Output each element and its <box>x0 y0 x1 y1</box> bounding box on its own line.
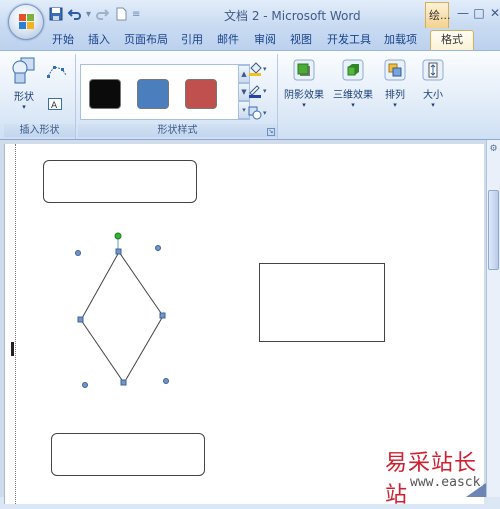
office-button[interactable] <box>8 4 44 40</box>
group-shape-styles: ▲ ▼ ▾ ▾ ▾ ▾ 形状样式 ↘ <box>78 54 278 139</box>
pen-outline-icon <box>249 85 261 98</box>
3d-effects-button[interactable]: 三维效果 ▾ <box>330 58 376 109</box>
rounded-rectangle-shape-bottom[interactable] <box>51 433 205 476</box>
shape-fill-button[interactable]: ▾ <box>248 60 274 78</box>
chevron-down-icon: ▾ <box>22 103 26 111</box>
resize-handle-top-left[interactable] <box>75 250 81 256</box>
vertical-scrollbar[interactable]: ⚙ <box>486 140 500 497</box>
resize-handle-bottom-left[interactable] <box>82 382 88 388</box>
tab-mailings[interactable]: 邮件 <box>217 32 239 50</box>
scrollbar-thumb[interactable] <box>488 190 499 270</box>
shadow-effects-button[interactable]: 阴影效果 ▾ <box>282 58 326 109</box>
dialog-launcher-icon[interactable]: ↘ <box>267 128 275 136</box>
size-icon <box>422 59 444 81</box>
save-icon[interactable] <box>48 6 64 22</box>
chevron-down-icon: ▾ <box>351 101 355 109</box>
group-shadow-effects: 阴影效果 ▾ <box>280 54 328 139</box>
tab-review[interactable]: 审阅 <box>254 32 276 50</box>
shadow-effects-icon <box>293 59 315 81</box>
shape-style-red[interactable] <box>185 79 217 109</box>
3d-cube-icon <box>342 59 364 81</box>
new-document-icon[interactable] <box>113 6 129 22</box>
ribbon: 形状 ▾ A 插入形状 ▲ ▼ ▾ ▾ ▾ ▾ 形状样式 ↘ 阴影效果 ▾ 三维… <box>0 50 500 140</box>
group-label-insert-shapes: 插入形状 <box>4 124 75 137</box>
shape-outline-button[interactable]: ▾ <box>248 82 274 100</box>
shape-style-blue[interactable] <box>137 79 169 109</box>
text-cursor-marker <box>11 342 14 356</box>
group-size: 大小 ▾ <box>416 54 450 139</box>
undo-icon[interactable] <box>67 6 83 22</box>
title-bar: ▾ ≡ 文档 2 - Microsoft Word 绘... — □ ✕ <box>0 0 500 40</box>
resize-handle-bottom-right[interactable] <box>163 378 169 384</box>
chevron-down-icon: ▾ <box>431 101 435 109</box>
rectangle-shape[interactable] <box>259 263 385 342</box>
tab-add-ins[interactable]: 加载项 <box>384 32 417 50</box>
page-margin-guide <box>15 144 16 504</box>
document-area: 易采站长站 www.easck.com ⚙ <box>0 140 500 508</box>
drawing-tools-context-label: 绘... <box>425 2 451 28</box>
tab-references[interactable]: 引用 <box>181 32 203 50</box>
group-label-shape-styles: 形状样式 <box>78 124 277 137</box>
window-title: 文档 2 - Microsoft Word <box>224 9 361 23</box>
selected-diamond-shape[interactable] <box>65 229 185 399</box>
3d-effects-label: 三维效果 <box>333 90 373 101</box>
chevron-down-icon: ▾ <box>263 109 267 117</box>
arrange-button[interactable]: 排列 ▾ <box>378 58 412 109</box>
size-button[interactable]: 大小 ▾ <box>416 58 450 109</box>
rounded-rectangle-shape[interactable] <box>43 160 197 203</box>
customize-qat-icon[interactable]: ≡ <box>132 9 140 20</box>
chevron-down-icon: ▾ <box>393 101 397 109</box>
undo-dropdown-icon[interactable]: ▾ <box>86 9 91 20</box>
size-label: 大小 <box>423 90 443 101</box>
tab-format[interactable]: 格式 <box>430 30 474 51</box>
svg-text:A: A <box>51 101 58 110</box>
tab-page-layout[interactable]: 页面布局 <box>124 32 168 50</box>
shapes-icon <box>12 57 35 84</box>
office-logo-icon <box>19 14 35 30</box>
shadow-effects-label: 阴影效果 <box>284 90 324 101</box>
shape-style-gallery: ▲ ▼ ▾ <box>80 64 250 120</box>
text-box-icon[interactable]: A <box>48 98 62 113</box>
ribbon-tabs: 开始 插入 页面布局 引用 邮件 审阅 视图 开发工具 加载项 格式 <box>0 30 500 51</box>
group-arrange: 排列 ▾ <box>378 54 412 139</box>
vertex-handle-top[interactable] <box>115 248 122 255</box>
group-3d-effects: 三维效果 ▾ <box>330 54 376 139</box>
change-shape-button[interactable]: ▾ <box>248 104 274 122</box>
vertex-handle-bottom[interactable] <box>120 379 127 386</box>
close-button[interactable]: ✕ <box>486 5 500 23</box>
change-shape-icon <box>248 106 262 120</box>
tab-view[interactable]: 视图 <box>290 32 312 50</box>
rotation-handle[interactable] <box>114 232 122 240</box>
shapes-button-label: 形状 <box>14 92 34 103</box>
group-insert-shapes: 形状 ▾ A 插入形状 <box>4 54 76 139</box>
redo-icon[interactable] <box>94 6 110 22</box>
quick-access-toolbar: ▾ ≡ <box>48 6 140 22</box>
chevron-down-icon: ▾ <box>302 101 306 109</box>
tab-home[interactable]: 开始 <box>52 32 74 50</box>
resize-handle-top-right[interactable] <box>155 245 161 251</box>
corner-decoration <box>466 483 486 497</box>
tab-insert[interactable]: 插入 <box>88 32 110 50</box>
paint-bucket-icon <box>249 62 262 76</box>
chevron-down-icon: ▾ <box>263 87 267 95</box>
ruler-toggle-icon[interactable]: ⚙ <box>488 144 499 156</box>
document-page[interactable]: 易采站长站 www.easck.com <box>4 144 500 508</box>
arrange-icon <box>384 59 406 81</box>
edit-points-icon[interactable] <box>46 64 68 81</box>
chevron-down-icon: ▾ <box>263 65 267 73</box>
shapes-button[interactable]: 形状 ▾ <box>8 56 40 111</box>
shape-style-black[interactable] <box>89 79 121 109</box>
tab-developer[interactable]: 开发工具 <box>327 32 371 50</box>
vertex-handle-left[interactable] <box>77 316 84 323</box>
arrange-label: 排列 <box>385 90 405 101</box>
vertex-handle-right[interactable] <box>159 312 166 319</box>
